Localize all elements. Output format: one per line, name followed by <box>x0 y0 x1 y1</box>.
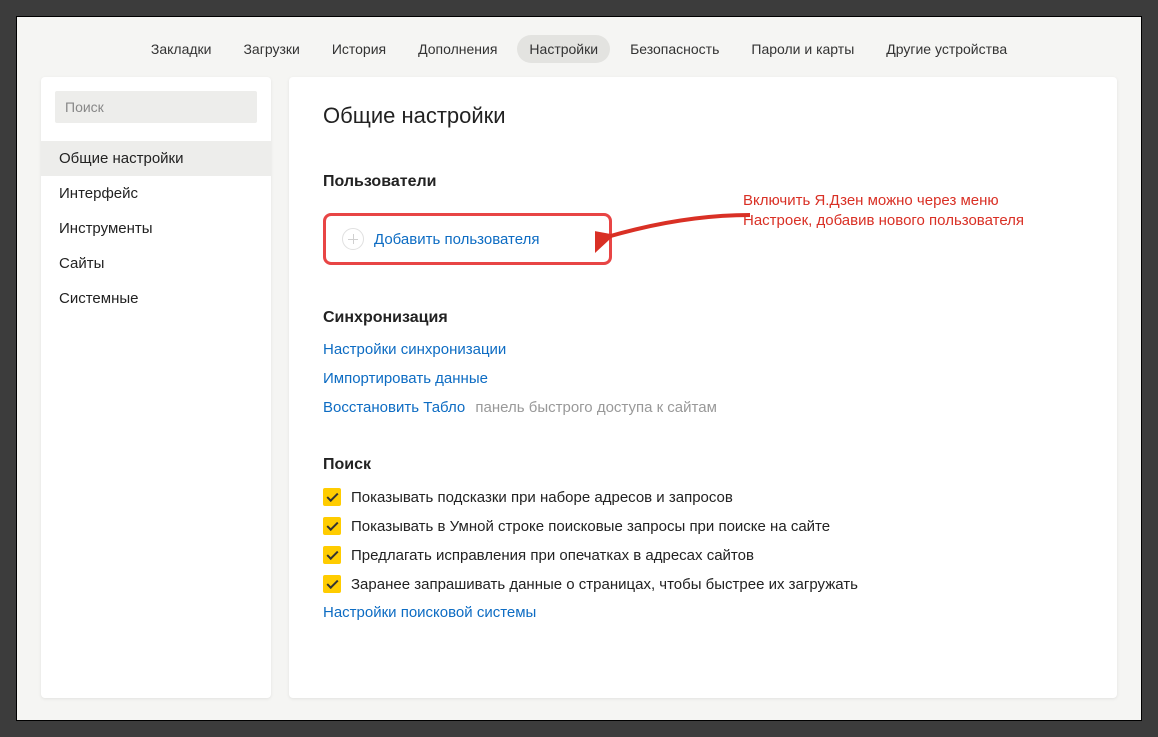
sync-section: Синхронизация Настройки синхронизации Им… <box>323 309 1083 416</box>
option-typofix-label: Предлагать исправления при опечатках в а… <box>351 547 754 564</box>
add-user-label: Добавить пользователя <box>374 231 539 248</box>
option-preload: Заранее запрашивать данные о страницах, … <box>323 575 1083 593</box>
annotation-arrow-icon <box>595 205 755 265</box>
sync-heading: Синхронизация <box>323 309 1083 327</box>
sidebar-item-system[interactable]: Системные <box>41 281 271 316</box>
sync-settings-link[interactable]: Настройки синхронизации <box>323 341 1083 358</box>
plus-icon <box>342 228 364 250</box>
sidebar-item-general[interactable]: Общие настройки <box>41 141 271 176</box>
nav-bookmarks[interactable]: Закладки <box>139 35 224 63</box>
nav-passwords[interactable]: Пароли и карты <box>739 35 866 63</box>
add-user-button[interactable]: Добавить пользователя <box>323 213 612 265</box>
option-suggestions-label: Показывать подсказки при наборе адресов … <box>351 489 733 506</box>
option-preload-label: Заранее запрашивать данные о страницах, … <box>351 576 858 593</box>
checkbox-preload-icon[interactable] <box>323 575 341 593</box>
content-area: Общие настройки Интерфейс Инструменты Са… <box>17 77 1141 722</box>
search-input[interactable] <box>55 91 257 123</box>
checkbox-typofix-icon[interactable] <box>323 546 341 564</box>
search-section: Поиск Показывать подсказки при наборе ад… <box>323 456 1083 621</box>
sidebar-item-sites[interactable]: Сайты <box>41 246 271 281</box>
sidebar-item-interface[interactable]: Интерфейс <box>41 176 271 211</box>
search-engine-settings-link[interactable]: Настройки поисковой системы <box>323 604 1083 621</box>
option-suggestions: Показывать подсказки при наборе адресов … <box>323 488 1083 506</box>
search-heading: Поиск <box>323 456 1083 474</box>
restore-tablo-hint: панель быстрого доступа к сайтам <box>475 399 716 416</box>
main-panel: Общие настройки Пользователи Добавить по… <box>289 77 1117 698</box>
users-section: Пользователи Добавить пользователя <box>323 173 1083 265</box>
top-nav: Закладки Загрузки История Дополнения Нас… <box>17 17 1141 77</box>
nav-devices[interactable]: Другие устройства <box>874 35 1019 63</box>
restore-tablo-label: Восстановить Табло <box>323 399 465 416</box>
checkbox-smartline-icon[interactable] <box>323 517 341 535</box>
restore-tablo-link[interactable]: Восстановить Табло панель быстрого досту… <box>323 399 1083 416</box>
nav-history[interactable]: История <box>320 35 398 63</box>
settings-window: Закладки Загрузки История Дополнения Нас… <box>16 16 1142 721</box>
page-title: Общие настройки <box>323 103 1083 129</box>
nav-security[interactable]: Безопасность <box>618 35 731 63</box>
option-smartline: Показывать в Умной строке поисковые запр… <box>323 517 1083 535</box>
add-user-row: Добавить пользователя Включить Я.Дзен мо… <box>323 213 1083 265</box>
annotation-text: Включить Я.Дзен можно через меню Настрое… <box>743 191 1043 232</box>
settings-sidebar: Общие настройки Интерфейс Инструменты Са… <box>41 77 271 698</box>
sidebar-item-tools[interactable]: Инструменты <box>41 211 271 246</box>
option-smartline-label: Показывать в Умной строке поисковые запр… <box>351 518 830 535</box>
import-data-link[interactable]: Импортировать данные <box>323 370 1083 387</box>
nav-settings[interactable]: Настройки <box>517 35 610 63</box>
checkbox-suggestions-icon[interactable] <box>323 488 341 506</box>
nav-addons[interactable]: Дополнения <box>406 35 509 63</box>
nav-downloads[interactable]: Загрузки <box>231 35 311 63</box>
users-heading: Пользователи <box>323 173 1083 191</box>
option-typofix: Предлагать исправления при опечатках в а… <box>323 546 1083 564</box>
